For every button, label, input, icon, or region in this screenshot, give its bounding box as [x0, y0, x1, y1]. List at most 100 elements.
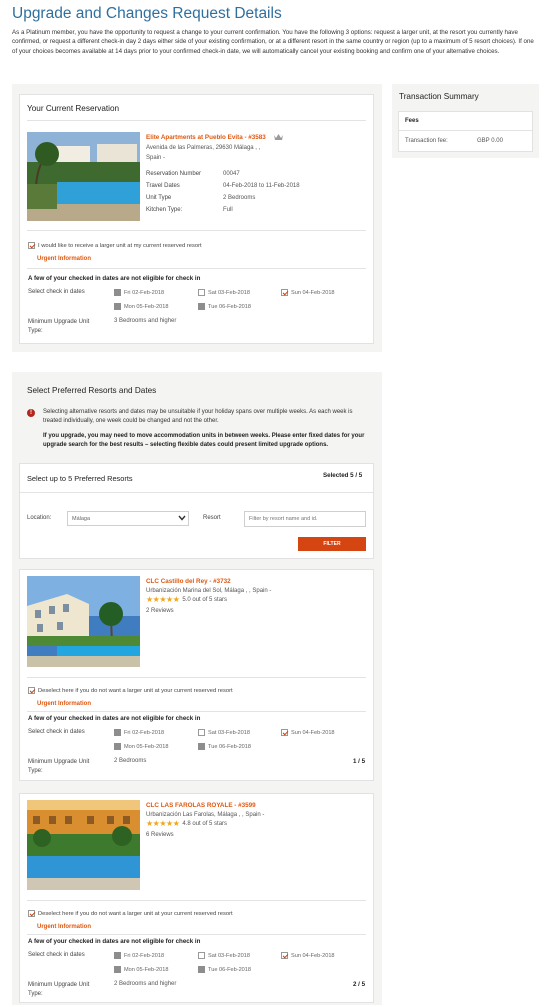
warning-text-1: Selecting alternative resorts and dates … — [43, 409, 353, 425]
resort-label: Resort — [203, 515, 221, 521]
chevron-down-icon[interactable] — [178, 515, 186, 521]
page-title: Upgrade and Changes Request Details — [12, 5, 282, 22]
date-checkbox — [114, 729, 121, 736]
transaction-summary-heading: Transaction Summary — [399, 92, 479, 101]
travel-dates-value: 04-Feb-2018 to 11-Feb-2018 — [223, 183, 300, 189]
reservation-number-value: 00047 — [223, 171, 240, 177]
location-select[interactable]: Málaga — [67, 511, 189, 526]
rating: ★★★★★ 4.8 out of 5 stars — [146, 819, 228, 828]
divider — [27, 934, 366, 935]
current-address-line1: Avenida de las Palmeras, 29630 Málaga , … — [146, 145, 261, 151]
date-option-sun[interactable]: Sun 04-Feb-2018 — [281, 729, 335, 736]
fees-label: Fees — [405, 118, 419, 124]
divider — [27, 230, 366, 231]
not-eligible-text: A few of your checked in dates are not e… — [28, 715, 201, 722]
warning-icon: ! — [27, 409, 35, 417]
urgent-info-link[interactable]: Urgent Information — [37, 256, 91, 262]
date-option-tue: Tue 06-Feb-2018 — [198, 743, 251, 750]
date-option-sun[interactable]: Sun 04-Feb-2018 — [281, 289, 335, 296]
larger-unit-checkbox[interactable] — [28, 242, 35, 249]
current-address-line2: Spain - — [146, 155, 166, 161]
star-rating-icon: ★★★★★ — [146, 819, 180, 828]
min-upgrade-label: Minimum Upgrade Unit Type: — [28, 319, 90, 334]
date-option-fri: Fri 02-Feb-2018 — [114, 952, 164, 959]
resort-photo — [27, 576, 140, 667]
divider — [20, 492, 373, 493]
select-dates-label: Select check in dates — [28, 729, 85, 735]
date-checkbox — [198, 966, 205, 973]
larger-unit-option[interactable]: I would like to receive a larger unit at… — [28, 242, 202, 249]
deselect-option[interactable]: Deselect here if you do not want a large… — [28, 910, 233, 917]
date-option-mon: Mon 05-Feb-2018 — [114, 743, 168, 750]
date-option-fri: Fri 02-Feb-2018 — [114, 729, 164, 736]
date-checkbox — [198, 303, 205, 310]
date-option-fri: Fri 02-Feb-2018 — [114, 289, 164, 296]
filter-button[interactable]: FILTER — [298, 537, 366, 551]
intro-text: As a Platinum member, you have the oppor… — [12, 29, 534, 55]
min-upgrade-value: 3 Bedrooms and higher — [114, 318, 177, 324]
divider — [27, 900, 366, 901]
deselect-checkbox[interactable] — [28, 910, 35, 917]
divider — [27, 677, 366, 678]
deselect-checkbox[interactable] — [28, 687, 35, 694]
resort-photo — [27, 800, 140, 890]
date-checkbox — [114, 952, 121, 959]
current-reservation-heading: Your Current Reservation — [27, 104, 120, 113]
date-checkbox — [198, 743, 205, 750]
date-checkbox — [114, 303, 121, 310]
date-option-sun[interactable]: Sun 04-Feb-2018 — [281, 952, 335, 959]
urgent-info-link[interactable]: Urgent Information — [37, 924, 91, 930]
resort-address: Urbanización Las Farolas, Málaga , , Spa… — [146, 812, 265, 818]
resort-name-link[interactable]: CLC Castillo del Rey - #3732 — [146, 578, 231, 585]
location-label: Location: — [27, 515, 52, 521]
resort-photo — [27, 132, 140, 221]
divider — [27, 120, 366, 121]
resort-index: 1 / 5 — [353, 758, 366, 765]
select-dates-label: Select check in dates — [28, 289, 85, 295]
travel-dates-label: Travel Dates — [146, 183, 180, 189]
reviews-link[interactable]: 6 Reviews — [146, 832, 174, 838]
date-checkbox[interactable] — [198, 289, 205, 296]
deselect-option[interactable]: Deselect here if you do not want a large… — [28, 687, 233, 694]
select-dates-label: Select check in dates — [28, 952, 85, 958]
current-resort-name[interactable]: Elite Apartments at Pueblo Evita - #3583 — [146, 134, 266, 141]
divider — [27, 268, 366, 269]
min-upgrade-label: Minimum Upgrade Unit Type: — [28, 982, 90, 997]
divider — [27, 711, 366, 712]
reservation-number-label: Reservation Number — [146, 171, 202, 177]
date-checkbox[interactable] — [281, 729, 288, 736]
preferred-heading: Select Preferred Resorts and Dates — [27, 386, 157, 395]
kitchen-type-value: Full — [223, 207, 233, 213]
urgent-info-link[interactable]: Urgent Information — [37, 701, 91, 707]
date-option-sat[interactable]: Sat 03-Feb-2018 — [198, 952, 250, 959]
min-upgrade-value: 2 Bedrooms — [114, 758, 147, 764]
reviews-link[interactable]: 2 Reviews — [146, 608, 174, 614]
min-upgrade-value: 2 Bedrooms and higher — [114, 981, 177, 987]
star-rating-icon: ★★★★★ — [146, 595, 180, 604]
resort-index: 2 / 5 — [353, 981, 366, 988]
date-option-sat[interactable]: Sat 03-Feb-2018 — [198, 289, 250, 296]
not-eligible-text: A few of your checked in dates are not e… — [28, 938, 201, 945]
date-option-sat[interactable]: Sat 03-Feb-2018 — [198, 729, 250, 736]
resort-name-link[interactable]: CLC LAS FAROLAS ROYALE - #3599 — [146, 802, 256, 809]
select-resorts-heading: Select up to 5 Preferred Resorts — [27, 474, 133, 483]
unit-type-label: Unit Type — [146, 195, 172, 201]
transaction-fee-label: Transaction fee: — [405, 138, 448, 144]
date-option-tue: Tue 06-Feb-2018 — [198, 966, 251, 973]
crown-icon — [274, 133, 283, 141]
selected-count: Selected 5 / 5 — [323, 472, 363, 479]
date-checkbox[interactable] — [198, 729, 205, 736]
date-option-mon: Mon 05-Feb-2018 — [114, 966, 168, 973]
warning-text-2: If you upgrade, you may need to move acc… — [43, 433, 365, 449]
rating: ★★★★★ 5.0 out of 5 stars — [146, 595, 228, 604]
date-checkbox — [114, 743, 121, 750]
resort-filter-input[interactable] — [244, 511, 366, 527]
divider — [399, 130, 532, 131]
date-checkbox[interactable] — [281, 952, 288, 959]
date-checkbox[interactable] — [198, 952, 205, 959]
unit-type-value: 2 Bedrooms — [223, 195, 256, 201]
date-checkbox[interactable] — [281, 289, 288, 296]
kitchen-type-label: Kitchen Type: — [146, 207, 183, 213]
date-option-mon: Mon 05-Feb-2018 — [114, 303, 168, 310]
larger-unit-label: I would like to receive a larger unit at… — [38, 242, 202, 249]
